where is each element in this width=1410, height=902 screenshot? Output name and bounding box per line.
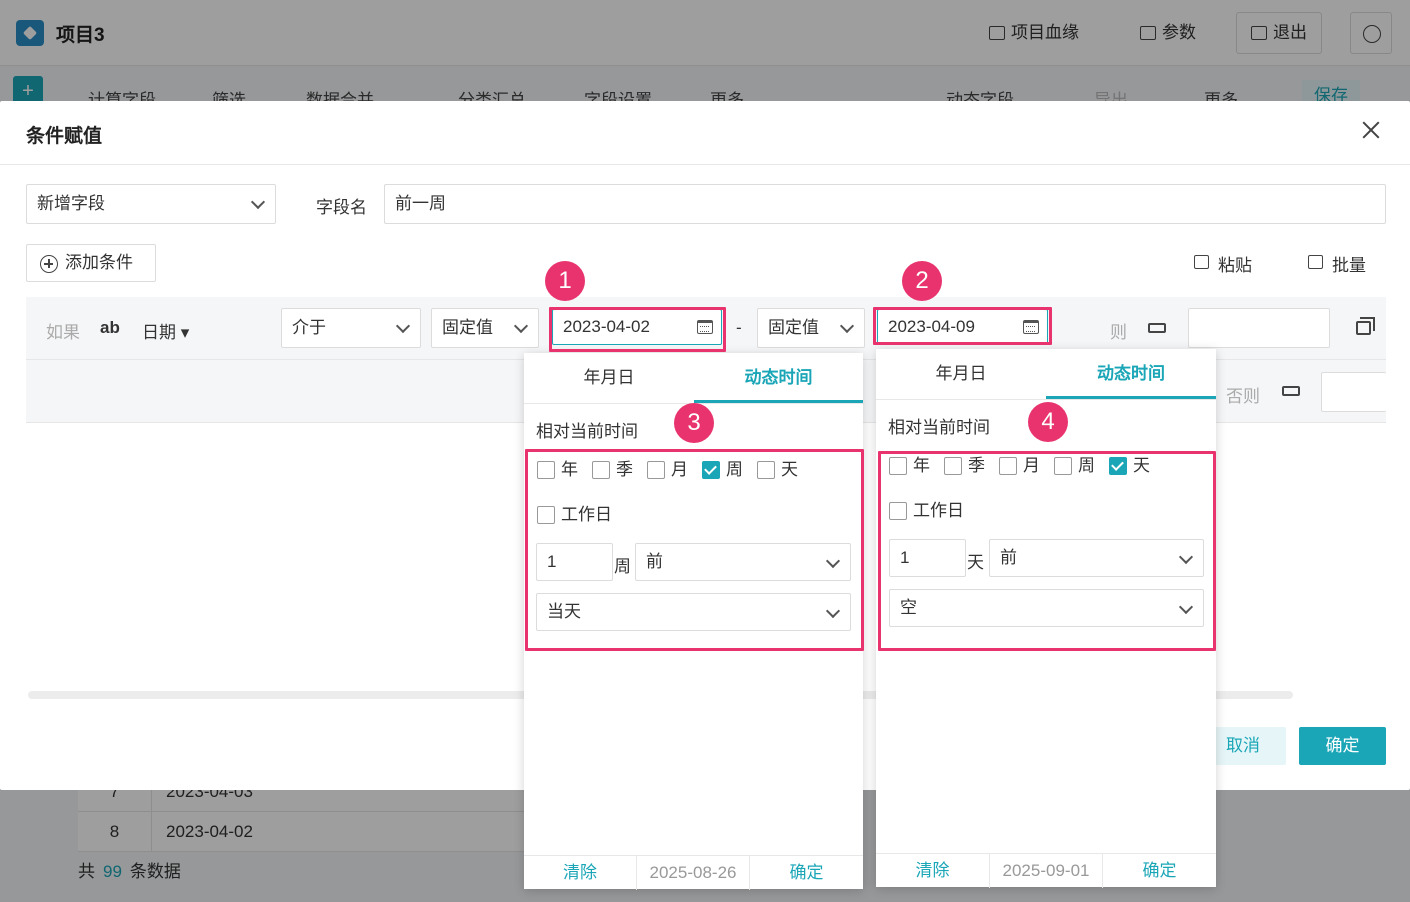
close-icon[interactable] [1358, 117, 1384, 143]
left-mode-select[interactable]: 固定值 [431, 308, 539, 348]
field-name-label: 字段名 [316, 198, 367, 217]
tab-dynamic-time[interactable]: 动态时间 [1046, 349, 1216, 399]
copy-icon[interactable] [1356, 317, 1375, 335]
picker-confirm-button[interactable]: 确定 [750, 856, 863, 890]
clear-button[interactable]: 清除 [524, 856, 636, 890]
if-label: 如果 [46, 323, 80, 342]
chevron-down-icon [513, 318, 529, 334]
text-type-icon: ab [100, 318, 120, 337]
paste-button[interactable]: 粘贴 [1194, 251, 1252, 276]
picker-footer: 清除 2025-08-26 确定 [524, 855, 863, 890]
chevron-down-icon [250, 194, 266, 210]
batch-button[interactable]: 批量 [1308, 251, 1366, 276]
picker-footer: 清除 2025-09-01 确定 [876, 853, 1216, 888]
tab-calendar[interactable]: 年月日 [876, 349, 1046, 399]
preview-date: 2025-09-01 [989, 854, 1103, 888]
highlight-right-dynamic [878, 451, 1216, 651]
divider [876, 399, 1216, 400]
field-name-input[interactable]: 前一周 [384, 184, 1386, 224]
confirm-button[interactable]: 确定 [1299, 727, 1386, 765]
relative-time-label: 相对当前时间 [536, 422, 638, 441]
then-value-input[interactable] [1188, 308, 1330, 348]
preview-date: 2025-08-26 [636, 856, 750, 890]
else-value-input[interactable] [1321, 372, 1386, 412]
step-badge-1: 1 [545, 261, 585, 301]
dialog-title: 条件赋值 [26, 126, 103, 147]
else-label: 否则 [1226, 387, 1260, 406]
chevron-down-icon [839, 318, 855, 334]
highlight-end-date [873, 307, 1052, 345]
condition-field-select[interactable]: 日期 ▾ [142, 318, 189, 343]
tab-calendar[interactable]: 年月日 [524, 353, 694, 403]
operator-select[interactable]: 介于 [281, 308, 421, 348]
else-value-type-icon[interactable] [1282, 386, 1300, 396]
clear-button[interactable]: 清除 [876, 854, 989, 888]
tab-dynamic-time[interactable]: 动态时间 [694, 353, 863, 403]
chevron-down-icon [395, 318, 411, 334]
batch-icon [1308, 255, 1323, 269]
value-type-icon[interactable] [1148, 323, 1166, 333]
picker-confirm-button[interactable]: 确定 [1103, 854, 1216, 888]
then-label: 则 [1110, 323, 1127, 342]
paste-icon [1194, 255, 1209, 269]
step-badge-3: 3 [674, 403, 714, 443]
field-type-select[interactable]: 新增字段 [26, 184, 276, 224]
highlight-start-date [549, 307, 726, 352]
step-badge-2: 2 [902, 261, 942, 301]
relative-time-label: 相对当前时间 [888, 418, 990, 437]
right-mode-select[interactable]: 固定值 [757, 308, 865, 348]
add-condition-button[interactable]: 添加条件 [26, 244, 156, 282]
plus-circle-icon [40, 255, 58, 273]
step-badge-4: 4 [1028, 402, 1068, 442]
range-dash: - [736, 318, 742, 337]
divider [0, 164, 1410, 165]
highlight-left-dynamic [525, 449, 864, 651]
